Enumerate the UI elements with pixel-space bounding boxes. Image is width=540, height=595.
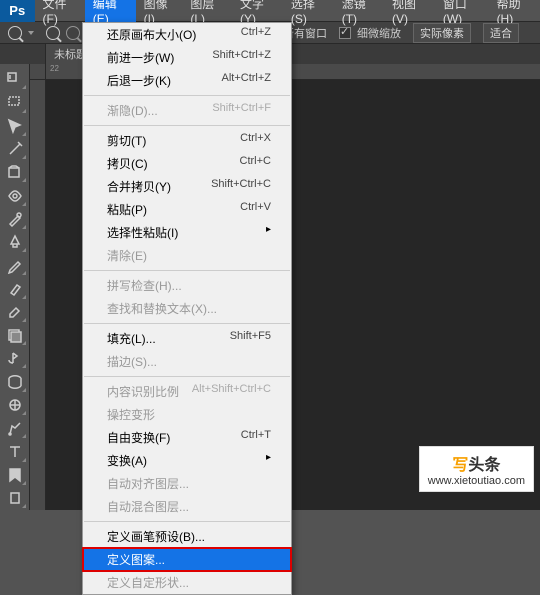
menu-item-L[interactable]: 填充(L)...Shift+F5: [83, 327, 291, 350]
fine-zoom-checkbox[interactable]: [339, 27, 351, 39]
tools-panel: [0, 64, 30, 510]
tool-0[interactable]: [2, 68, 28, 91]
tool-10[interactable]: [2, 301, 28, 324]
zoom-in-icon[interactable]: [46, 26, 60, 40]
tool-2[interactable]: [2, 115, 28, 138]
menubar: Ps 文件(F)编辑(E)图像(I)图层(L)文字(Y)选择(S)滤镜(T)视图…: [0, 0, 540, 22]
menu-item-[interactable]: 定义图案...: [83, 548, 291, 571]
tool-5[interactable]: [2, 184, 28, 207]
ruler-vertical: [30, 80, 46, 510]
tool-13[interactable]: [2, 370, 28, 393]
menu-item-: 内容识别比例Alt+Shift+Ctrl+C: [83, 380, 291, 403]
edit-menu-dropdown: 还原画布大小(O)Ctrl+Z前进一步(W)Shift+Ctrl+Z后退一步(K…: [82, 22, 292, 595]
tool-16[interactable]: [2, 440, 28, 463]
watermark: 写头条 www.xietoutiao.com: [419, 446, 534, 492]
menu-item-: 自动混合图层...: [83, 495, 291, 518]
tool-8[interactable]: [2, 254, 28, 277]
menu-item-W[interactable]: 前进一步(W)Shift+Ctrl+Z: [83, 46, 291, 69]
menu-item-: 操控变形: [83, 403, 291, 426]
tool-3[interactable]: [2, 138, 28, 161]
tool-12[interactable]: [2, 347, 28, 370]
tool-9[interactable]: [2, 277, 28, 300]
menu-item-C[interactable]: 拷贝(C)Ctrl+C: [83, 152, 291, 175]
actual-pixels-button[interactable]: 实际像素: [413, 23, 471, 43]
fine-zoom-label: 细微缩放: [357, 25, 401, 41]
menu-item-P[interactable]: 粘贴(P)Ctrl+V: [83, 198, 291, 221]
menu-item-K[interactable]: 后退一步(K)Alt+Ctrl+Z: [83, 69, 291, 92]
menu-item-E: 清除(E): [83, 244, 291, 267]
tool-4[interactable]: [2, 161, 28, 184]
tool-11[interactable]: [2, 324, 28, 347]
tool-15[interactable]: [2, 417, 28, 440]
ruler-corner: [30, 64, 46, 80]
menu-item-O[interactable]: 还原画布大小(O)Ctrl+Z: [83, 23, 291, 46]
menu-item-: 自动对齐图层...: [83, 472, 291, 495]
menu-item-T[interactable]: 剪切(T)Ctrl+X: [83, 129, 291, 152]
tool-14[interactable]: [2, 394, 28, 417]
zoom-icon: [8, 26, 22, 40]
tool-1[interactable]: [2, 91, 28, 114]
menu-item-B[interactable]: 定义画笔预设(B)...: [83, 525, 291, 548]
tool-17[interactable]: [2, 464, 28, 487]
menu-item-A[interactable]: 变换(A): [83, 449, 291, 472]
menu-item-X: 查找和替换文本(X)...: [83, 297, 291, 320]
app-logo: Ps: [0, 0, 35, 22]
tool-preset-dropdown[interactable]: [28, 31, 34, 35]
zoom-out-icon[interactable]: [66, 26, 80, 40]
menu-item-I[interactable]: 选择性粘贴(I): [83, 221, 291, 244]
tool-18[interactable]: [2, 487, 28, 510]
tool-7[interactable]: [2, 231, 28, 254]
menu-item-Y[interactable]: 合并拷贝(Y)Shift+Ctrl+C: [83, 175, 291, 198]
menu-item-D: 渐隐(D)...Shift+Ctrl+F: [83, 99, 291, 122]
menu-item-: 定义自定形状...: [83, 571, 291, 594]
menu-item-H: 拼写检查(H)...: [83, 274, 291, 297]
menu-item-S: 描边(S)...: [83, 350, 291, 373]
menu-item-F[interactable]: 自由变换(F)Ctrl+T: [83, 426, 291, 449]
fit-screen-button[interactable]: 适合: [483, 23, 519, 43]
tool-6[interactable]: [2, 208, 28, 231]
